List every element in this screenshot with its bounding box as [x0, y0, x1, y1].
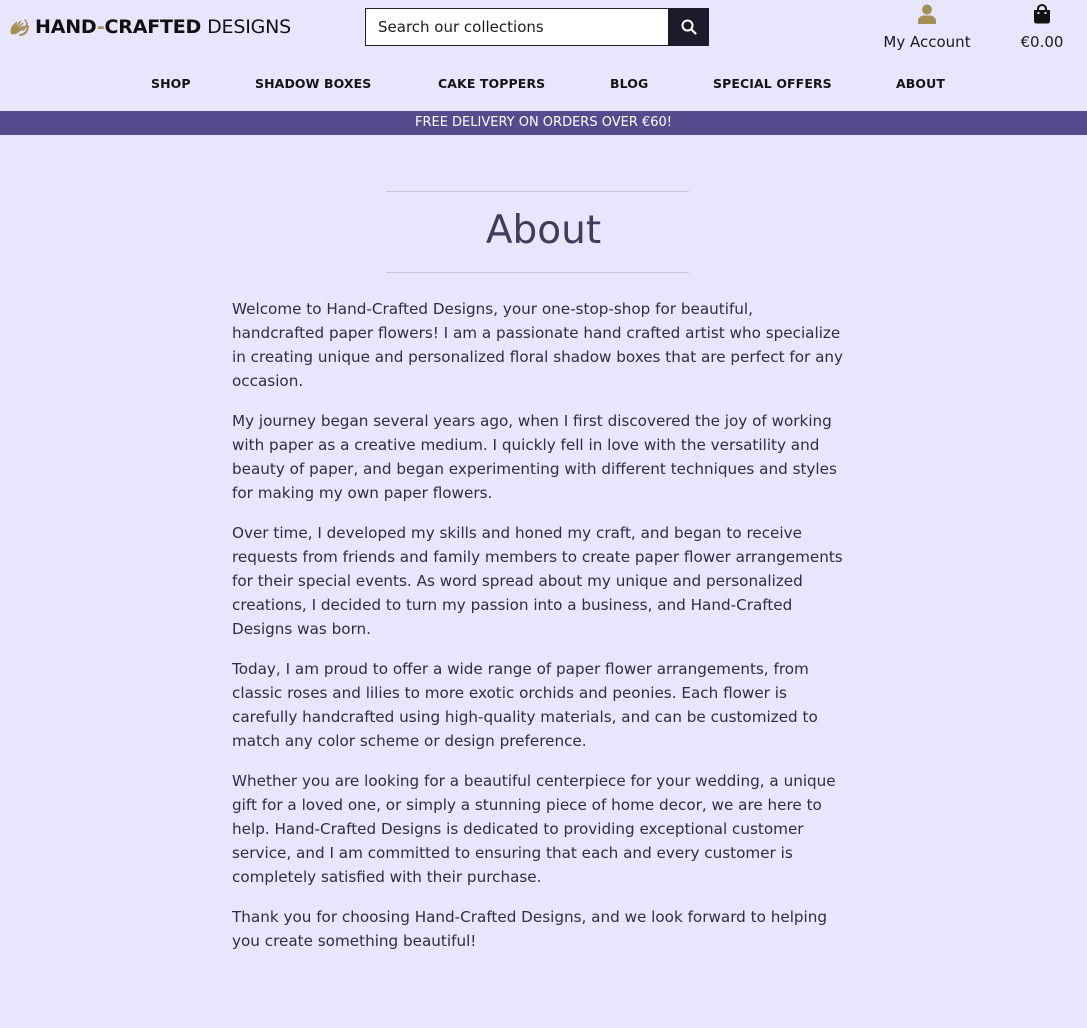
page-title: About — [485, 208, 602, 253]
nav-item-cake-toppers[interactable]: CAKE TOPPERS — [438, 74, 545, 94]
logo-word-designs: DESIGNS — [207, 16, 292, 38]
main-navigation: SHOP SHADOW BOXES CAKE TOPPERS BLOG SPEC… — [0, 74, 1087, 96]
promo-banner: FREE DELIVERY ON ORDERS OVER €60! — [0, 111, 1087, 135]
about-paragraph: My journey began several years ago, when… — [232, 412, 837, 502]
about-paragraph: Over time, I developed my skills and hon… — [232, 524, 843, 638]
logo-hyphen: - — [96, 16, 105, 38]
title-divider-bottom — [386, 272, 689, 273]
logo-word-crafted: CRAFTED — [104, 16, 202, 38]
search-form — [365, 8, 709, 46]
my-account-label: My Account — [883, 33, 971, 51]
user-icon — [918, 4, 936, 28]
nav-item-blog[interactable]: BLOG — [610, 74, 648, 94]
promo-text: FREE DELIVERY ON ORDERS OVER €60! — [414, 115, 673, 130]
about-paragraph: Today, I am proud to offer a wide range … — [232, 660, 818, 750]
nav-item-about[interactable]: ABOUT — [896, 74, 945, 94]
hands-icon — [8, 16, 30, 38]
about-paragraph: Thank you for choosing Hand-Crafted Desi… — [232, 908, 828, 950]
search-button[interactable] — [668, 8, 709, 46]
about-content: Welcome to Hand-Crafted Designs, your on… — [232, 297, 847, 969]
cart-link[interactable]: €0.00 — [1002, 3, 1082, 51]
about-paragraph: Whether you are looking for a beautiful … — [232, 772, 836, 886]
logo-text: HAND-CRAFTED DESIGNS — [35, 16, 291, 38]
my-account-link[interactable]: My Account — [872, 4, 982, 51]
shopping-bag-icon — [1033, 3, 1051, 28]
nav-item-shop[interactable]: SHOP — [151, 74, 191, 94]
cart-total: €0.00 — [1020, 33, 1064, 51]
about-paragraph: Welcome to Hand-Crafted Designs, your on… — [232, 300, 844, 390]
site-header: HAND-CRAFTEDDESIGNS My Account — [0, 0, 1087, 110]
nav-item-shadow-boxes[interactable]: SHADOW BOXES — [255, 74, 371, 94]
nav-item-special-offers[interactable]: SPECIAL OFFERS — [713, 74, 832, 94]
title-divider-top — [386, 191, 689, 192]
search-input[interactable] — [365, 8, 668, 46]
site-logo[interactable]: HAND-CRAFTED DESIGNS — [8, 14, 291, 40]
logo-word-hand: HAND — [35, 16, 97, 38]
search-icon — [681, 19, 697, 35]
